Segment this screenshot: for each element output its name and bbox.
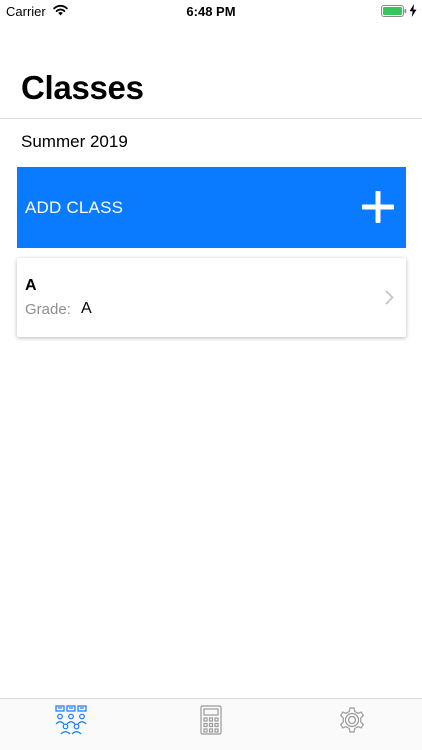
gear-icon [339,707,365,733]
term-label: Summer 2019 [21,132,128,151]
add-class-label: ADD CLASS [25,198,124,217]
page-title: Classes [21,69,144,106]
classroom-icon [55,705,87,735]
grade-value: A [81,300,92,317]
header-divider [0,118,422,119]
tab-calculator[interactable] [191,704,231,736]
battery-icon [381,5,407,17]
clock: 6:48 PM [186,4,236,19]
charging-bolt-icon [409,4,417,17]
status-bar: Carrier 6:48 PM [0,0,422,22]
grade-label: Grade: [25,301,71,318]
class-card[interactable]: A Grade: A [17,258,406,337]
tab-bar [0,698,422,750]
chevron-right-icon [385,290,394,305]
add-class-button[interactable]: ADD CLASS [17,167,406,248]
plus-icon [362,191,394,223]
tab-classes[interactable] [51,704,91,736]
tab-settings[interactable] [332,704,372,736]
calculator-icon [200,705,222,735]
class-name: A [25,277,37,294]
